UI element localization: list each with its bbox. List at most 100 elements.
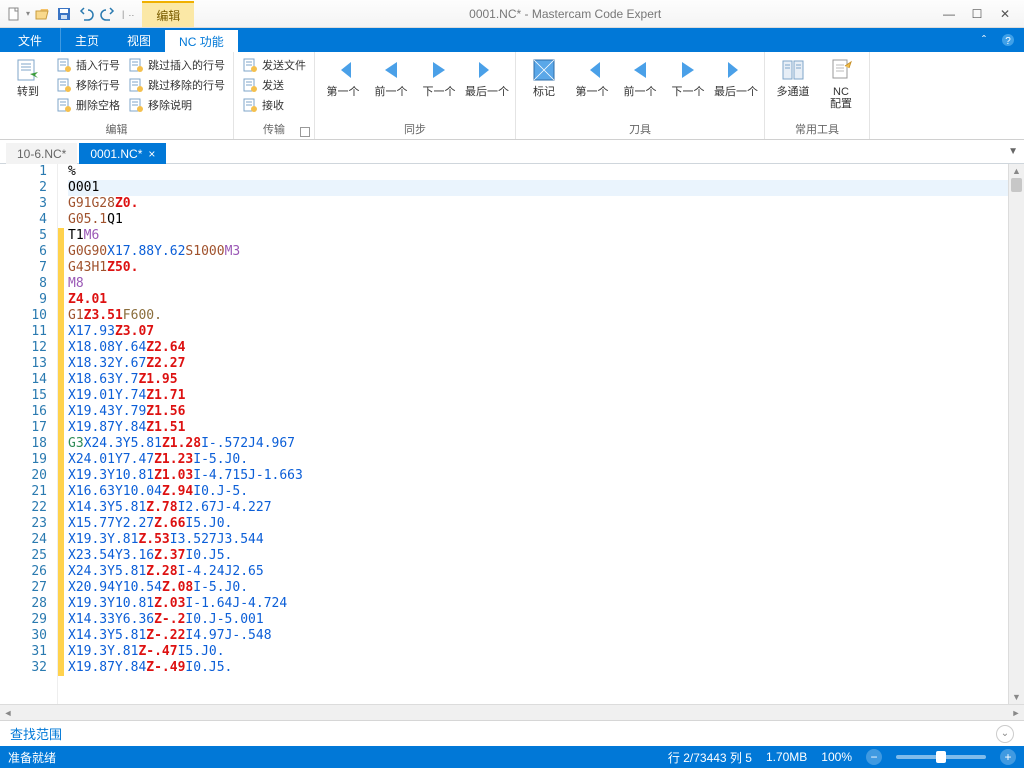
scroll-left-arrow[interactable]: ◄ <box>0 708 16 718</box>
code-line-14[interactable]: X18.63 Y.7 Z1.95 <box>68 372 1008 388</box>
find-panel[interactable]: 查找范围 ⌄ <box>0 720 1024 746</box>
code-line-23[interactable]: X15.77 Y2.27 Z.66 I5. J0. <box>68 516 1008 532</box>
qat-save-button[interactable] <box>54 4 74 24</box>
code-lines[interactable]: %O001G91 G28 Z0.G05.1 Q1T1 M6G0 G90 X17.… <box>64 164 1008 704</box>
ribbon-group-3: 标记第一个前一个下一个最后一个刀具 <box>516 52 765 139</box>
qat-open-button[interactable] <box>32 4 52 24</box>
ribbon-group-0: 转到插入行号移除行号删除空格跳过插入的行号跳过移除的行号移除说明编辑 <box>0 52 234 139</box>
code-line-24[interactable]: X19.3 Y.81 Z.53 I3.527 J3.544 <box>68 532 1008 548</box>
help-icon[interactable]: ? <box>1000 32 1016 48</box>
first-button[interactable]: 第一个 <box>321 54 365 100</box>
code-line-25[interactable]: X23.54 Y3.16 Z.37 I0. J5. <box>68 548 1008 564</box>
code-line-29[interactable]: X14.33 Y6.36 Z-.2 I0. J-5.001 <box>68 612 1008 628</box>
zoom-slider[interactable] <box>896 755 986 759</box>
tnext-button[interactable]: 下一个 <box>666 54 710 100</box>
ribbon-tab-2[interactable]: NC 功能 <box>165 28 238 52</box>
skip-remove-button[interactable]: 跳过移除的行号 <box>126 76 227 94</box>
status-filesize: 1.70MB <box>766 750 807 764</box>
send-file-button[interactable]: 发送文件 <box>240 56 308 74</box>
prev-button[interactable]: 前一个 <box>369 54 413 100</box>
dialog-launcher-icon[interactable] <box>300 127 310 137</box>
expand-icon[interactable]: ⌄ <box>996 725 1014 743</box>
code-line-18[interactable]: G3 X24.3 Y5.81 Z1.28 I-.572 J4.967 <box>68 436 1008 452</box>
code-line-32[interactable]: X19.87 Y.84 Z-.49 I0. J5. <box>68 660 1008 676</box>
status-position: 行 2/73443 列 5 <box>668 749 752 766</box>
contextual-tab-edit[interactable]: 编辑 <box>142 1 194 27</box>
code-line-4[interactable]: G05.1 Q1 <box>68 212 1008 228</box>
code-line-12[interactable]: X18.08 Y.64 Z2.64 <box>68 340 1008 356</box>
status-bar: 准备就绪 行 2/73443 列 5 1.70MB 100% − + <box>0 746 1024 768</box>
scroll-down-arrow[interactable]: ▼ <box>1009 690 1024 704</box>
code-line-27[interactable]: X20.94 Y10.54 Z.08 I-5. J0. <box>68 580 1008 596</box>
tfirst-button[interactable]: 第一个 <box>570 54 614 100</box>
code-line-16[interactable]: X19.43 Y.79 Z1.56 <box>68 404 1008 420</box>
document-tab-0[interactable]: 10-6.NC* <box>6 143 77 164</box>
code-line-9[interactable]: Z4.01 <box>68 292 1008 308</box>
next-button[interactable]: 下一个 <box>417 54 461 100</box>
qat-new-button[interactable] <box>4 4 24 24</box>
qat-redo-button[interactable] <box>98 4 118 24</box>
file-tab[interactable]: 文件 <box>0 28 61 52</box>
code-line-13[interactable]: X18.32 Y.67 Z2.27 <box>68 356 1008 372</box>
dropdown-icon[interactable]: ▾ <box>26 9 30 18</box>
code-line-31[interactable]: X19.3 Y.81 Z-.47 I5. J0. <box>68 644 1008 660</box>
last-button[interactable]: 最后一个 <box>465 54 509 100</box>
status-zoom: 100% <box>821 750 852 764</box>
code-line-20[interactable]: X19.3 Y10.81 Z1.03 I-4.715 J-1.663 <box>68 468 1008 484</box>
goto-button[interactable]: 转到 <box>6 54 50 100</box>
delete-space-button[interactable]: 删除空格 <box>54 96 122 114</box>
code-line-5[interactable]: T1 M6 <box>68 228 1008 244</box>
maximize-button[interactable]: ☐ <box>964 5 990 23</box>
ribbon-tab-0[interactable]: 主页 <box>61 28 113 52</box>
insert-line-button[interactable]: 插入行号 <box>54 56 122 74</box>
multichannel-button[interactable]: 多通道 <box>771 54 815 100</box>
code-line-26[interactable]: X24.3 Y5.81 Z.28 I-4.24 J2.65 <box>68 564 1008 580</box>
receive-button[interactable]: 接收 <box>240 96 308 114</box>
code-line-15[interactable]: X19.01 Y.74 Z1.71 <box>68 388 1008 404</box>
tlast-button[interactable]: 最后一个 <box>714 54 758 100</box>
ribbon-group-2: 第一个前一个下一个最后一个同步 <box>315 52 516 139</box>
remove-comment-icon <box>128 97 144 113</box>
skip-insert-button[interactable]: 跳过插入的行号 <box>126 56 227 74</box>
code-line-3[interactable]: G91 G28 Z0. <box>68 196 1008 212</box>
code-line-21[interactable]: X16.63 Y10.04 Z.94 I0. J-5. <box>68 484 1008 500</box>
ribbon-collapse-icon[interactable]: ˆ <box>976 32 992 48</box>
vertical-scrollbar[interactable]: ▲ ▼ <box>1008 164 1024 704</box>
ribbon-tab-1[interactable]: 视图 <box>113 28 165 52</box>
qat-more-icon[interactable]: ‥ <box>128 8 134 19</box>
tprev-button[interactable]: 前一个 <box>618 54 662 100</box>
code-line-28[interactable]: X19.3 Y10.81 Z.03 I-1.64 J-4.724 <box>68 596 1008 612</box>
remove-comment-button[interactable]: 移除说明 <box>126 96 227 114</box>
scroll-up-arrow[interactable]: ▲ <box>1009 164 1024 178</box>
horizontal-scrollbar[interactable]: ◄ ► <box>0 704 1024 720</box>
qat-undo-button[interactable] <box>76 4 96 24</box>
code-line-1[interactable]: % <box>68 164 1008 180</box>
code-line-10[interactable]: G1 Z3.51 F600. <box>68 308 1008 324</box>
remove-line-button[interactable]: 移除行号 <box>54 76 122 94</box>
scroll-thumb[interactable] <box>1011 178 1022 192</box>
code-line-19[interactable]: X24.01 Y7.47 Z1.23 I-5. J0. <box>68 452 1008 468</box>
send-button[interactable]: 发送 <box>240 76 308 94</box>
toolmark-button[interactable]: 标记 <box>522 54 566 100</box>
code-line-30[interactable]: X14.3 Y5.81 Z-.22 I4.97 J-.548 <box>68 628 1008 644</box>
zoom-out-button[interactable]: − <box>866 749 882 765</box>
document-tab-1[interactable]: 0001.NC*× <box>79 143 166 164</box>
code-line-2[interactable]: O001 <box>68 180 1008 196</box>
tab-overflow-button[interactable]: ▼ <box>1008 146 1018 157</box>
title-bar: ▾ | ‥ 编辑 0001.NC* - Mastercam Code Exper… <box>0 0 1024 28</box>
code-line-8[interactable]: M8 <box>68 276 1008 292</box>
close-tab-icon[interactable]: × <box>148 147 155 161</box>
window-title: 0001.NC* - Mastercam Code Expert <box>194 7 936 21</box>
minimize-button[interactable]: — <box>936 5 962 23</box>
code-editor[interactable]: 1234567891011121314151617181920212223242… <box>0 164 1024 704</box>
remove-line-icon <box>56 77 72 93</box>
code-line-11[interactable]: X17.93 Z3.07 <box>68 324 1008 340</box>
code-line-6[interactable]: G0 G90 X17.88 Y.62 S1000 M3 <box>68 244 1008 260</box>
zoom-in-button[interactable]: + <box>1000 749 1016 765</box>
code-line-17[interactable]: X19.87 Y.84 Z1.51 <box>68 420 1008 436</box>
scroll-right-arrow[interactable]: ► <box>1008 708 1024 718</box>
ncconfig-button[interactable]: NC 配置 <box>819 54 863 112</box>
close-button[interactable]: ✕ <box>992 5 1018 23</box>
code-line-22[interactable]: X14.3 Y5.81 Z.78 I2.67 J-4.227 <box>68 500 1008 516</box>
code-line-7[interactable]: G43 H1 Z50. <box>68 260 1008 276</box>
